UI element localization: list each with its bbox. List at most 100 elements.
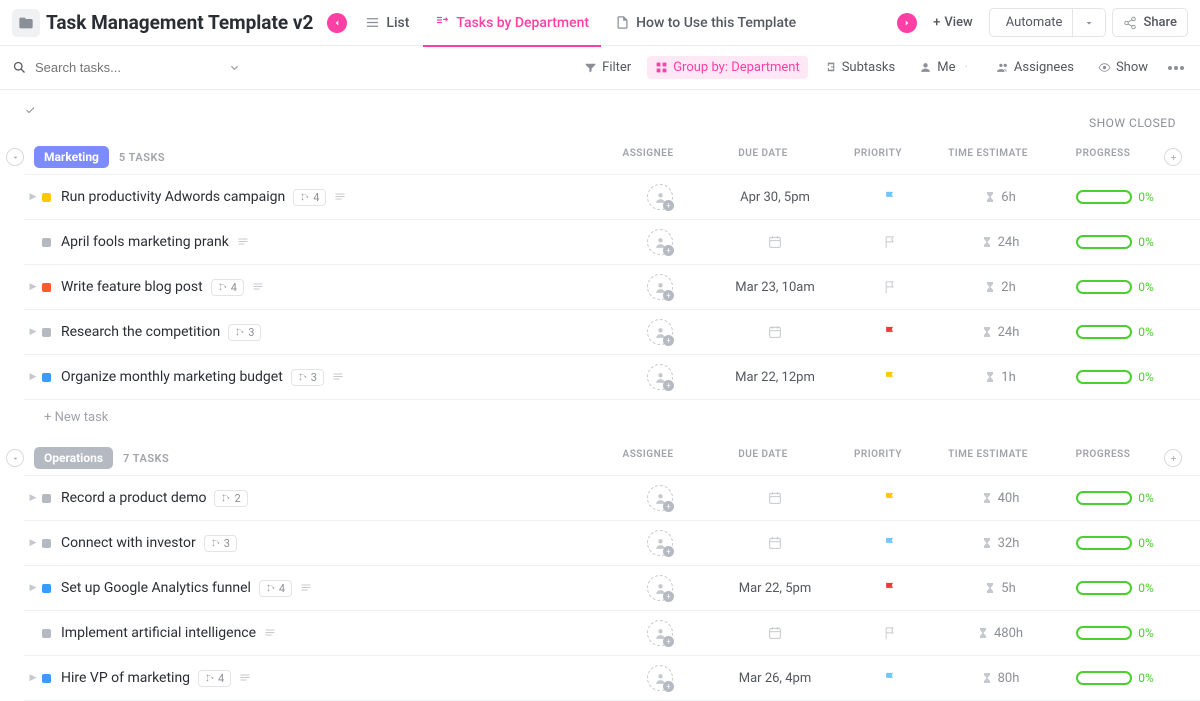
expand-caret[interactable]: ▶ [24,493,42,503]
assignee-placeholder[interactable] [647,530,673,556]
time-estimate[interactable]: 80h [981,671,1020,686]
task-name[interactable]: Record a product demo [61,490,206,506]
priority-flag-icon[interactable] [883,235,898,250]
column-priority[interactable]: PRIORITY [828,449,928,467]
progress-bar[interactable] [1076,370,1132,384]
me-button[interactable]: Me· [911,56,980,79]
priority-flag-icon[interactable] [883,491,898,506]
time-estimate[interactable]: 6h [984,190,1015,205]
assignee-placeholder[interactable] [647,485,673,511]
progress-bar[interactable] [1076,491,1132,505]
time-estimate[interactable]: 32h [981,536,1020,551]
calendar-icon[interactable] [767,324,783,340]
task-name[interactable]: April fools marketing prank [61,234,229,250]
automate-dropdown[interactable] [1073,9,1105,36]
group-collapse[interactable] [6,449,24,467]
task-row[interactable]: ▶ Hire VP of marketing 4 Mar 26, 4pm 80h… [24,655,1200,700]
tab-list[interactable]: List [353,9,421,37]
column-progress[interactable]: PROGRESS [1048,148,1158,166]
priority-flag-icon[interactable] [883,581,898,596]
assignee-placeholder[interactable] [647,364,673,390]
status-dot[interactable] [42,328,51,337]
expand-caret[interactable]: ▶ [24,282,42,292]
expand-caret[interactable]: ▶ [24,538,42,548]
task-name[interactable]: Run productivity Adwords campaign [61,189,285,205]
status-dot[interactable] [42,193,51,202]
status-dot[interactable] [42,494,51,503]
subtask-count-badge[interactable]: 4 [198,670,231,687]
show-button[interactable]: Show [1090,56,1156,79]
tab-howto[interactable]: How to Use this Template [603,9,808,37]
priority-flag-icon[interactable] [883,370,898,385]
task-name[interactable]: Implement artificial intelligence [61,625,256,641]
search-chevron-icon[interactable] [227,60,242,75]
new-task-button[interactable]: + New task [0,400,1200,441]
priority-flag-icon[interactable] [883,536,898,551]
folder-icon[interactable] [12,9,40,37]
expand-caret[interactable]: ▶ [24,673,42,683]
time-estimate[interactable]: 480h [977,626,1023,641]
expand-caret[interactable]: ▶ [24,372,42,382]
task-row[interactable]: ▶ Write feature blog post 4 Mar 23, 10am… [24,264,1200,309]
progress-bar[interactable] [1076,536,1132,550]
add-column-button[interactable] [1164,449,1182,467]
task-name[interactable]: Research the competition [61,324,220,340]
group-badge[interactable]: Operations [34,447,113,469]
subtask-count-badge[interactable]: 4 [211,279,244,296]
status-dot[interactable] [42,539,51,548]
column-assignee[interactable]: ASSIGNEE [598,449,698,467]
task-name[interactable]: Write feature blog post [61,279,203,295]
status-dot[interactable] [42,238,51,247]
search-input[interactable] [35,60,175,75]
assignee-placeholder[interactable] [647,665,673,691]
nav-next-button[interactable] [897,13,917,33]
time-estimate[interactable]: 40h [981,491,1020,506]
task-row[interactable]: ▶ Run productivity Adwords campaign 4 Ap… [24,174,1200,219]
task-row[interactable]: ▶ Organize monthly marketing budget 3 Ma… [24,354,1200,399]
priority-flag-icon[interactable] [883,280,898,295]
progress-bar[interactable] [1076,581,1132,595]
nav-prev-button[interactable] [327,13,347,33]
subtask-count-badge[interactable]: 3 [204,535,237,552]
status-dot[interactable] [42,283,51,292]
progress-bar[interactable] [1076,190,1132,204]
subtask-count-badge[interactable]: 3 [291,369,324,386]
progress-bar[interactable] [1076,235,1132,249]
show-closed-button[interactable]: SHOW CLOSED [0,90,1200,140]
task-row[interactable]: ▶ Research the competition 3 24h 0% [24,309,1200,354]
task-row[interactable]: Implement artificial intelligence 480h 0… [24,610,1200,655]
task-row[interactable]: ▶ Record a product demo 2 40h 0% [24,475,1200,520]
column-time-estimate[interactable]: TIME ESTIMATE [928,148,1048,166]
time-estimate[interactable]: 24h [981,325,1020,340]
status-dot[interactable] [42,584,51,593]
priority-flag-icon[interactable] [883,325,898,340]
add-column-button[interactable] [1164,148,1182,166]
column-time-estimate[interactable]: TIME ESTIMATE [928,449,1048,467]
column-priority[interactable]: PRIORITY [828,148,928,166]
time-estimate[interactable]: 24h [981,235,1020,250]
task-name[interactable]: Connect with investor [61,535,196,551]
time-estimate[interactable]: 5h [984,581,1015,596]
time-estimate[interactable]: 1h [984,370,1015,385]
progress-bar[interactable] [1076,671,1132,685]
group-collapse[interactable] [6,148,24,166]
calendar-icon[interactable] [767,234,783,250]
progress-bar[interactable] [1076,325,1132,339]
automate-button[interactable]: Automate [989,8,1107,37]
column-progress[interactable]: PROGRESS [1048,449,1158,467]
expand-caret[interactable]: ▶ [24,192,42,202]
assignee-placeholder[interactable] [647,620,673,646]
task-name[interactable]: Organize monthly marketing budget [61,369,283,385]
calendar-icon[interactable] [767,535,783,551]
assignee-placeholder[interactable] [647,184,673,210]
share-button[interactable]: Share [1112,8,1188,37]
assignee-placeholder[interactable] [647,229,673,255]
expand-caret[interactable]: ▶ [24,583,42,593]
task-row[interactable]: ▶ Set up Google Analytics funnel 4 Mar 2… [24,565,1200,610]
priority-flag-icon[interactable] [883,671,898,686]
status-dot[interactable] [42,629,51,638]
assignee-placeholder[interactable] [647,319,673,345]
group-badge[interactable]: Marketing [34,146,109,168]
calendar-icon[interactable] [767,490,783,506]
filter-button[interactable]: Filter [576,56,639,79]
